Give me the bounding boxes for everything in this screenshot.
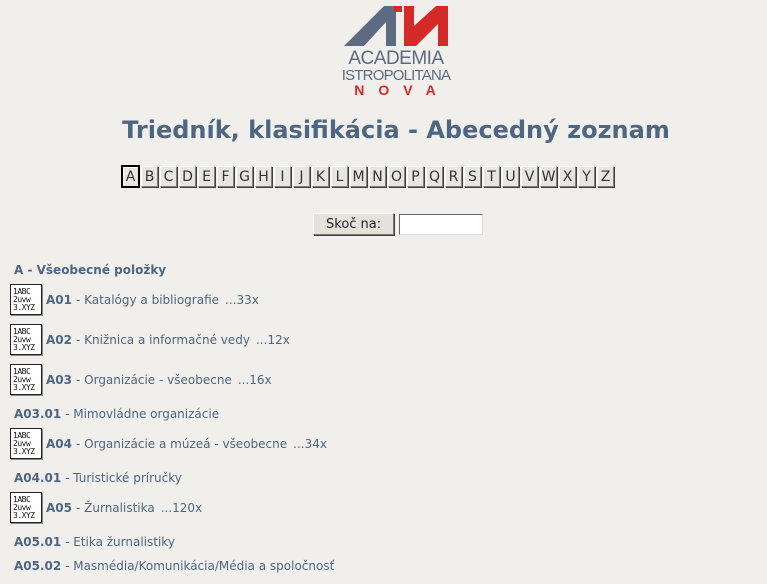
subentry-label[interactable]: - Turistické príručky xyxy=(65,471,182,485)
letter-button-v[interactable]: V xyxy=(521,166,538,187)
entry-count: ...12x xyxy=(256,332,290,347)
class-entry-a05[interactable]: 1ABC 2uvw 3.XYZ A05 - Žurnalistika ...120x xyxy=(10,492,202,523)
letter-button-s[interactable]: S xyxy=(464,166,481,187)
entry-count: ...33x xyxy=(225,292,259,307)
class-entry-a03[interactable]: 1ABC 2uvw 3.XYZ A03 - Organizácie - všeobe… xyxy=(10,364,272,395)
letter-button-n[interactable]: N xyxy=(369,166,386,187)
entry-label[interactable]: - Organizácie a múzeá - všeobecne xyxy=(76,437,287,451)
entry-code[interactable]: A05 xyxy=(46,501,72,515)
entry-count: ...34x xyxy=(293,436,327,451)
letter-button-z[interactable]: Z xyxy=(597,166,614,187)
letter-button-t[interactable]: T xyxy=(483,166,500,187)
entry-code[interactable]: A02 xyxy=(46,333,72,347)
letter-button-f[interactable]: F xyxy=(217,166,234,187)
class-entry-a01[interactable]: 1ABC 2uvw 3.XYZ A01 - Katalógy a bibliogra… xyxy=(10,284,259,315)
letter-button-b[interactable]: B xyxy=(141,166,158,187)
subentry-label[interactable]: - Etika žurnalistiky xyxy=(65,535,175,549)
entry-code[interactable]: A01 xyxy=(46,293,72,307)
page-title: Triedník, klasifikácia - Abecedný zoznam xyxy=(122,116,670,144)
class-subentry-a04-01[interactable]: A04.01 - Turistické príručky xyxy=(14,471,182,485)
entry-label[interactable]: - Organizácie - všeobecne xyxy=(76,373,232,387)
section-heading: A - Všeobecné položky xyxy=(14,263,167,277)
jump-to-button[interactable]: Skoč na: xyxy=(313,213,395,235)
class-subentry-a05-02[interactable]: A05.02 - Masmédia/Komunikácia/Média a sp… xyxy=(14,559,334,573)
letter-button-w[interactable]: W xyxy=(540,166,557,187)
letter-button-m[interactable]: M xyxy=(350,166,367,187)
letter-button-l[interactable]: L xyxy=(331,166,348,187)
letter-button-p[interactable]: P xyxy=(407,166,424,187)
classification-icon[interactable]: 1ABC 2uvw 3.XYZ xyxy=(10,428,42,459)
subentry-label[interactable]: - Masmédia/Komunikácia/Média a spoločnos… xyxy=(65,559,334,573)
logo-mark-icon xyxy=(344,6,448,46)
letter-button-o[interactable]: O xyxy=(388,166,405,187)
classification-icon[interactable]: 1ABC 2uvw 3.XYZ xyxy=(10,492,42,523)
letter-button-a[interactable]: A xyxy=(122,166,139,187)
class-entry-a02[interactable]: 1ABC 2uvw 3.XYZ A02 - Knižnica a informačn… xyxy=(10,324,290,355)
entry-label[interactable]: - Žurnalistika xyxy=(76,501,155,515)
letter-button-r[interactable]: R xyxy=(445,166,462,187)
letter-button-k[interactable]: K xyxy=(312,166,329,187)
classification-icon[interactable]: 1ABC 2uvw 3.XYZ xyxy=(10,284,42,315)
subentry-code[interactable]: A05.01 xyxy=(14,535,61,549)
subentry-code[interactable]: A05.02 xyxy=(14,559,61,573)
class-entry-a04[interactable]: 1ABC 2uvw 3.XYZ A04 - Organizácie a múzeá … xyxy=(10,428,327,459)
letter-button-x[interactable]: X xyxy=(559,166,576,187)
classification-icon[interactable]: 1ABC 2uvw 3.XYZ xyxy=(10,364,42,395)
letter-button-y[interactable]: Y xyxy=(578,166,595,187)
letter-button-i[interactable]: I xyxy=(274,166,291,187)
class-subentry-a03-01[interactable]: A03.01 - Mimovládne organizácie xyxy=(14,407,219,421)
class-subentry-a05-01[interactable]: A05.01 - Etika žurnalistiky xyxy=(14,535,175,549)
letter-button-j[interactable]: J xyxy=(293,166,310,187)
subentry-code[interactable]: A04.01 xyxy=(14,471,61,485)
entry-label[interactable]: - Knižnica a informačné vedy xyxy=(76,333,250,347)
subentry-code[interactable]: A03.01 xyxy=(14,407,61,421)
entry-code[interactable]: A04 xyxy=(46,437,72,451)
entry-count: ...16x xyxy=(237,372,272,387)
letter-button-u[interactable]: U xyxy=(502,166,519,187)
letter-button-q[interactable]: Q xyxy=(426,166,443,187)
letter-button-h[interactable]: H xyxy=(255,166,272,187)
jump-to-form: Skoč na: xyxy=(313,213,484,235)
classification-icon[interactable]: 1ABC 2uvw 3.XYZ xyxy=(10,324,42,355)
entry-label[interactable]: - Katalógy a bibliografie xyxy=(76,293,219,307)
entry-count: ...120x xyxy=(160,500,203,515)
letter-button-c[interactable]: C xyxy=(160,166,177,187)
logo-text-nova: NOVA xyxy=(354,82,450,98)
entry-code[interactable]: A03 xyxy=(46,373,72,387)
letter-button-g[interactable]: G xyxy=(236,166,253,187)
letter-button-d[interactable]: D xyxy=(179,166,196,187)
letter-button-e[interactable]: E xyxy=(198,166,215,187)
academia-istropolitana-logo: ACADEMIA ISTROPOLITANA NOVA xyxy=(340,4,452,98)
subentry-label[interactable]: - Mimovládne organizácie xyxy=(65,407,219,421)
alphabet-nav: ABCDEFGHIJKLMNOPQRSTUVWXYZ xyxy=(122,166,614,187)
jump-to-input[interactable] xyxy=(399,213,484,235)
